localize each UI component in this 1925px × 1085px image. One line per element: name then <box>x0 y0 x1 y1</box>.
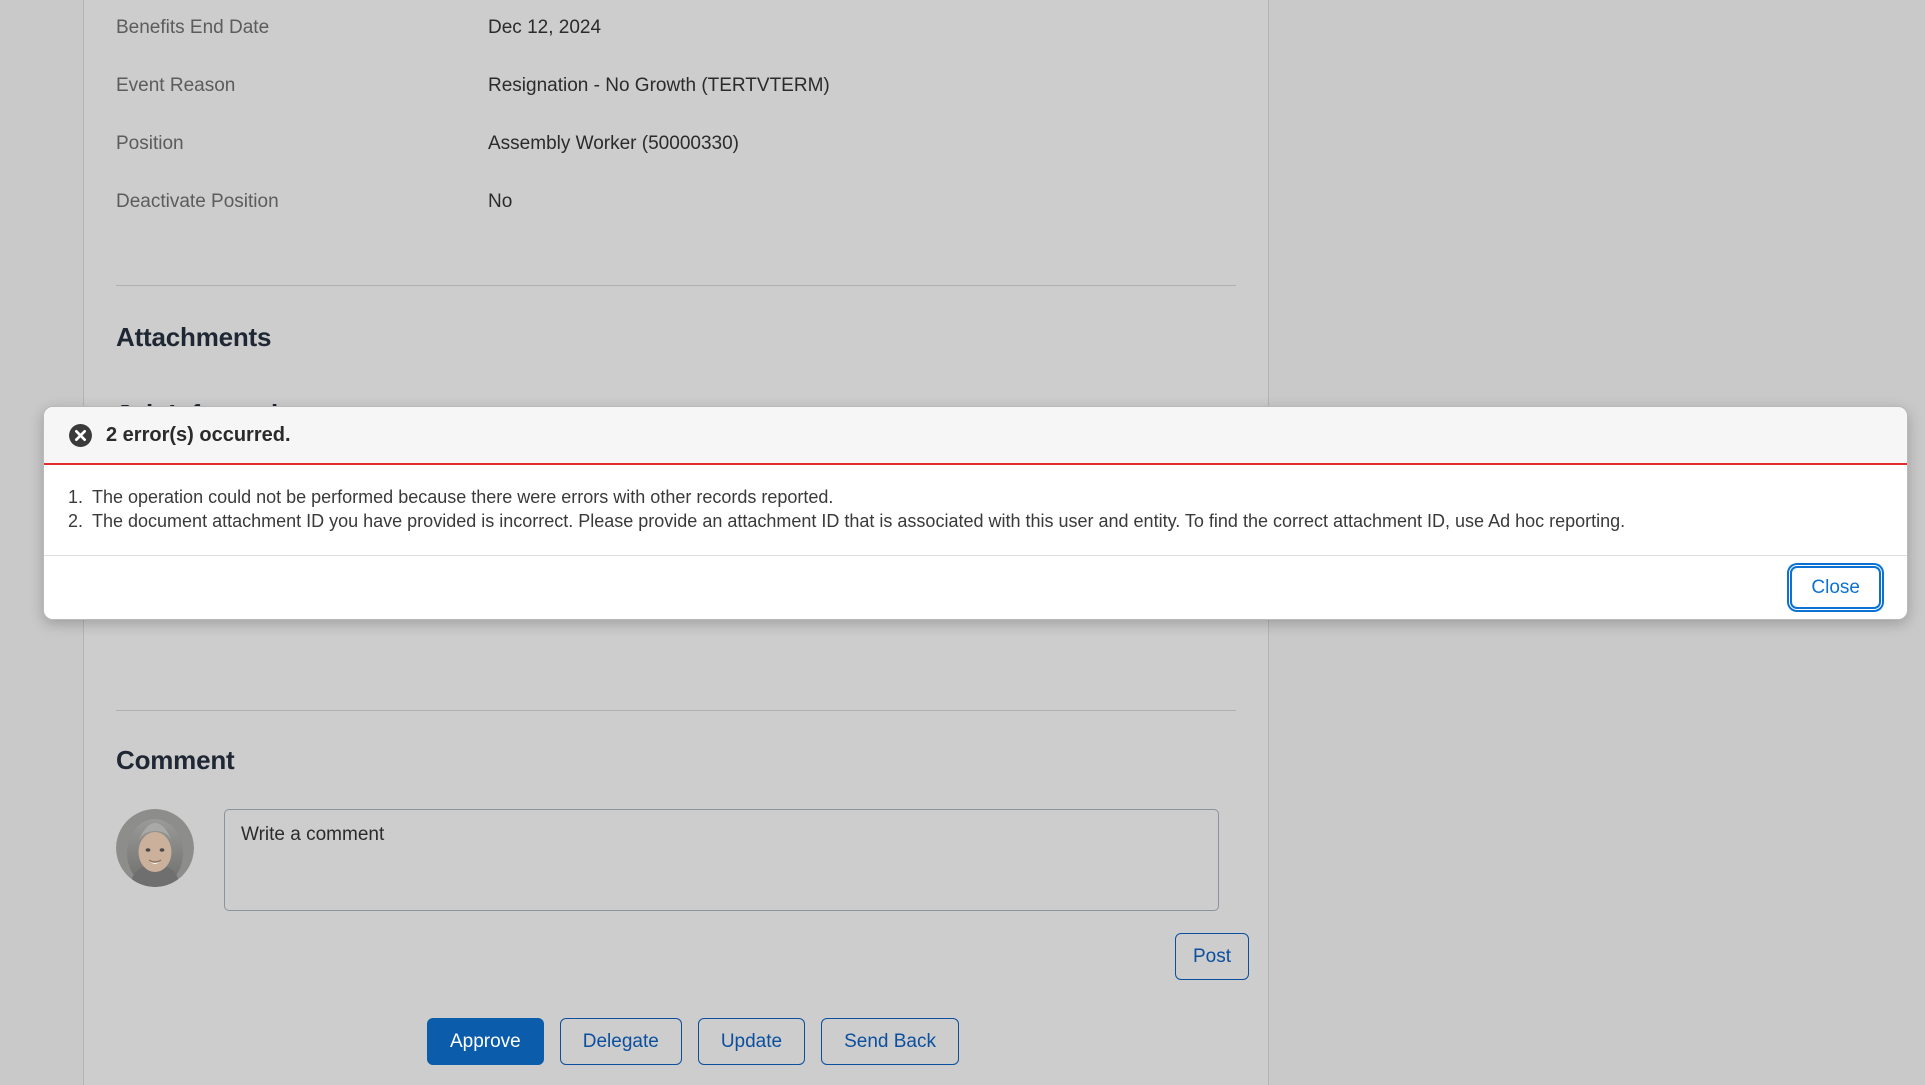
update-button[interactable]: Update <box>697 1018 806 1065</box>
action-button-row: Approve Delegate Update Send Back <box>116 1018 1236 1065</box>
error-text: The operation could not be performed bec… <box>92 487 834 507</box>
field-row: Benefits End Date Dec 12, 2024 <box>116 0 1236 58</box>
field-label: Deactivate Position <box>116 191 279 212</box>
error-dialog: 2 error(s) occurred. 1. The operation co… <box>43 406 1908 620</box>
field-row: Deactivate Position No <box>116 174 1236 232</box>
delegate-button[interactable]: Delegate <box>559 1018 682 1065</box>
field-value: Dec 12, 2024 <box>488 17 602 38</box>
attachments-title: Attachments <box>116 322 272 352</box>
attachments-section: Attachments <box>84 286 1268 353</box>
error-dialog-body: 1. The operation could not be performed … <box>44 465 1907 555</box>
error-message-item: 1. The operation could not be performed … <box>68 485 1883 509</box>
details-section: Benefits End Date Dec 12, 2024 Event Rea… <box>84 0 1268 232</box>
comment-title: Comment <box>116 745 235 775</box>
comment-row <box>116 809 1236 911</box>
error-circle-x-icon <box>68 423 93 448</box>
error-text: The document attachment ID you have prov… <box>92 511 1626 531</box>
error-dialog-title: 2 error(s) occurred. <box>106 423 291 446</box>
post-row: Post <box>146 933 1249 980</box>
comment-section: Comment Write a comment Post Approve Del… <box>84 711 1268 1065</box>
field-value: No <box>488 191 513 212</box>
field-label: Benefits End Date <box>116 17 270 38</box>
avatar <box>116 809 194 887</box>
field-value: Resignation - No Growth (TERTVTERM) <box>488 75 830 96</box>
field-label: Position <box>116 133 184 154</box>
approve-button[interactable]: Approve <box>426 1018 544 1065</box>
field-label: Event Reason <box>116 75 236 96</box>
field-row: Position Assembly Worker (50000330) <box>116 116 1236 174</box>
field-value: Assembly Worker (50000330) <box>488 133 739 154</box>
comment-input[interactable] <box>224 809 1219 911</box>
close-button[interactable]: Close <box>1790 566 1881 609</box>
error-message-item: 2. The document attachment ID you have p… <box>68 509 1883 533</box>
error-dialog-footer: Close <box>44 555 1907 619</box>
error-number: 2. <box>68 511 84 531</box>
error-dialog-header: 2 error(s) occurred. <box>44 407 1907 465</box>
error-number: 1. <box>68 487 84 507</box>
field-row: Event Reason Resignation - No Growth (TE… <box>116 58 1236 116</box>
send-back-button[interactable]: Send Back <box>821 1018 960 1065</box>
post-button[interactable]: Post <box>1174 933 1249 980</box>
